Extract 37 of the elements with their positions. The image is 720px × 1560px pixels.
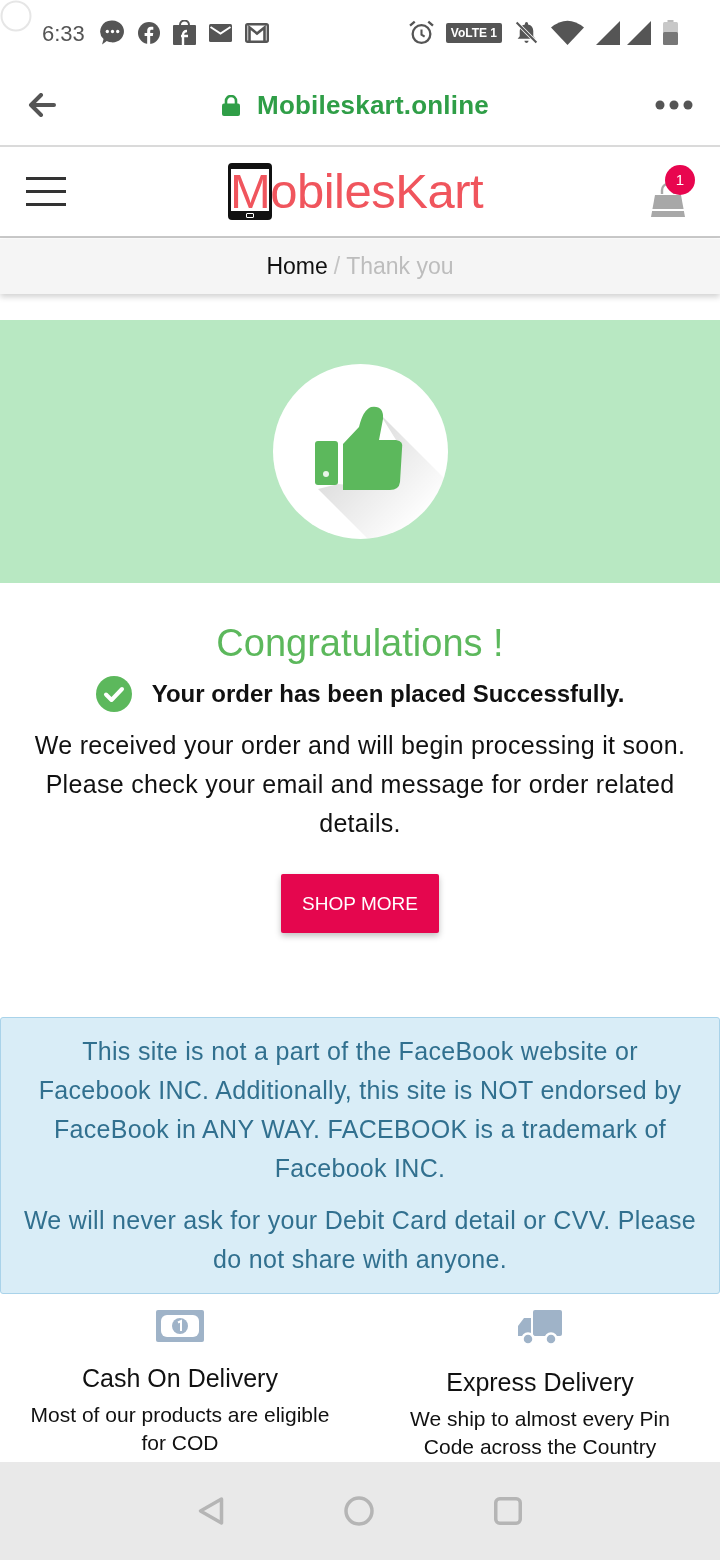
muted-bell-icon [514,20,539,45]
signal-icon [627,20,651,45]
status-time: 6:33 [42,20,85,47]
back-arrow-icon[interactable] [28,93,56,117]
thumbs-up-icon [272,364,448,539]
url-text[interactable]: Mobileskart.online [257,89,489,121]
current-page-text: Thank you [346,253,454,280]
feature-description: Most of our products are eligible for COD [29,1402,331,1456]
breadcrumb-separator: / [333,253,341,280]
wifi-icon [551,20,584,45]
envelope-icon [208,23,232,42]
check-circle-icon [95,676,132,712]
signal-icon [596,20,620,45]
cash-icon [156,1310,204,1342]
shop-more-button[interactable]: SHOP MORE [281,874,439,933]
menu-icon[interactable] [26,177,66,206]
chat-bubble-icon [99,20,125,45]
congratulations-heading: Congratulations ! [216,621,504,665]
notice-text: This site is not a part of the FaceBook website or Facebook INC. Additionally, this site is NOT endorsed by FaceBook in ANY WAY. FACEBOOK is a trademark of Facebook INC. [37,1036,683,1184]
truck-icon [518,1310,562,1346]
notice-text: We will never ask for your Debit Card detail or CVV. Please do not share with anyone. [22,1205,698,1275]
lock-icon [222,94,241,116]
facebook-icon [137,21,160,44]
alarm-clock-icon [408,20,434,45]
more-options-icon[interactable] [655,100,693,110]
cart-count-badge: 1 [665,164,695,195]
battery-icon [663,20,678,45]
order-message: We received your order and will begin processing it soon. Please check your email and message for order related details. [33,730,687,839]
mail-icon [244,22,269,43]
feature-description: We ship to almost every Pin Code across the Country [409,1406,671,1460]
network-badge: VoLTE 1 [445,22,502,43]
feature-title: Cash On Delivery [82,1363,278,1394]
order-status-text: Your order has been placed Successfully. [151,680,625,708]
feature-title: Express Delivery [446,1367,634,1398]
breadcrumb-link[interactable]: Home [266,253,328,280]
touch-ring-icon [0,0,32,32]
shopping-bag-icon [172,20,196,45]
